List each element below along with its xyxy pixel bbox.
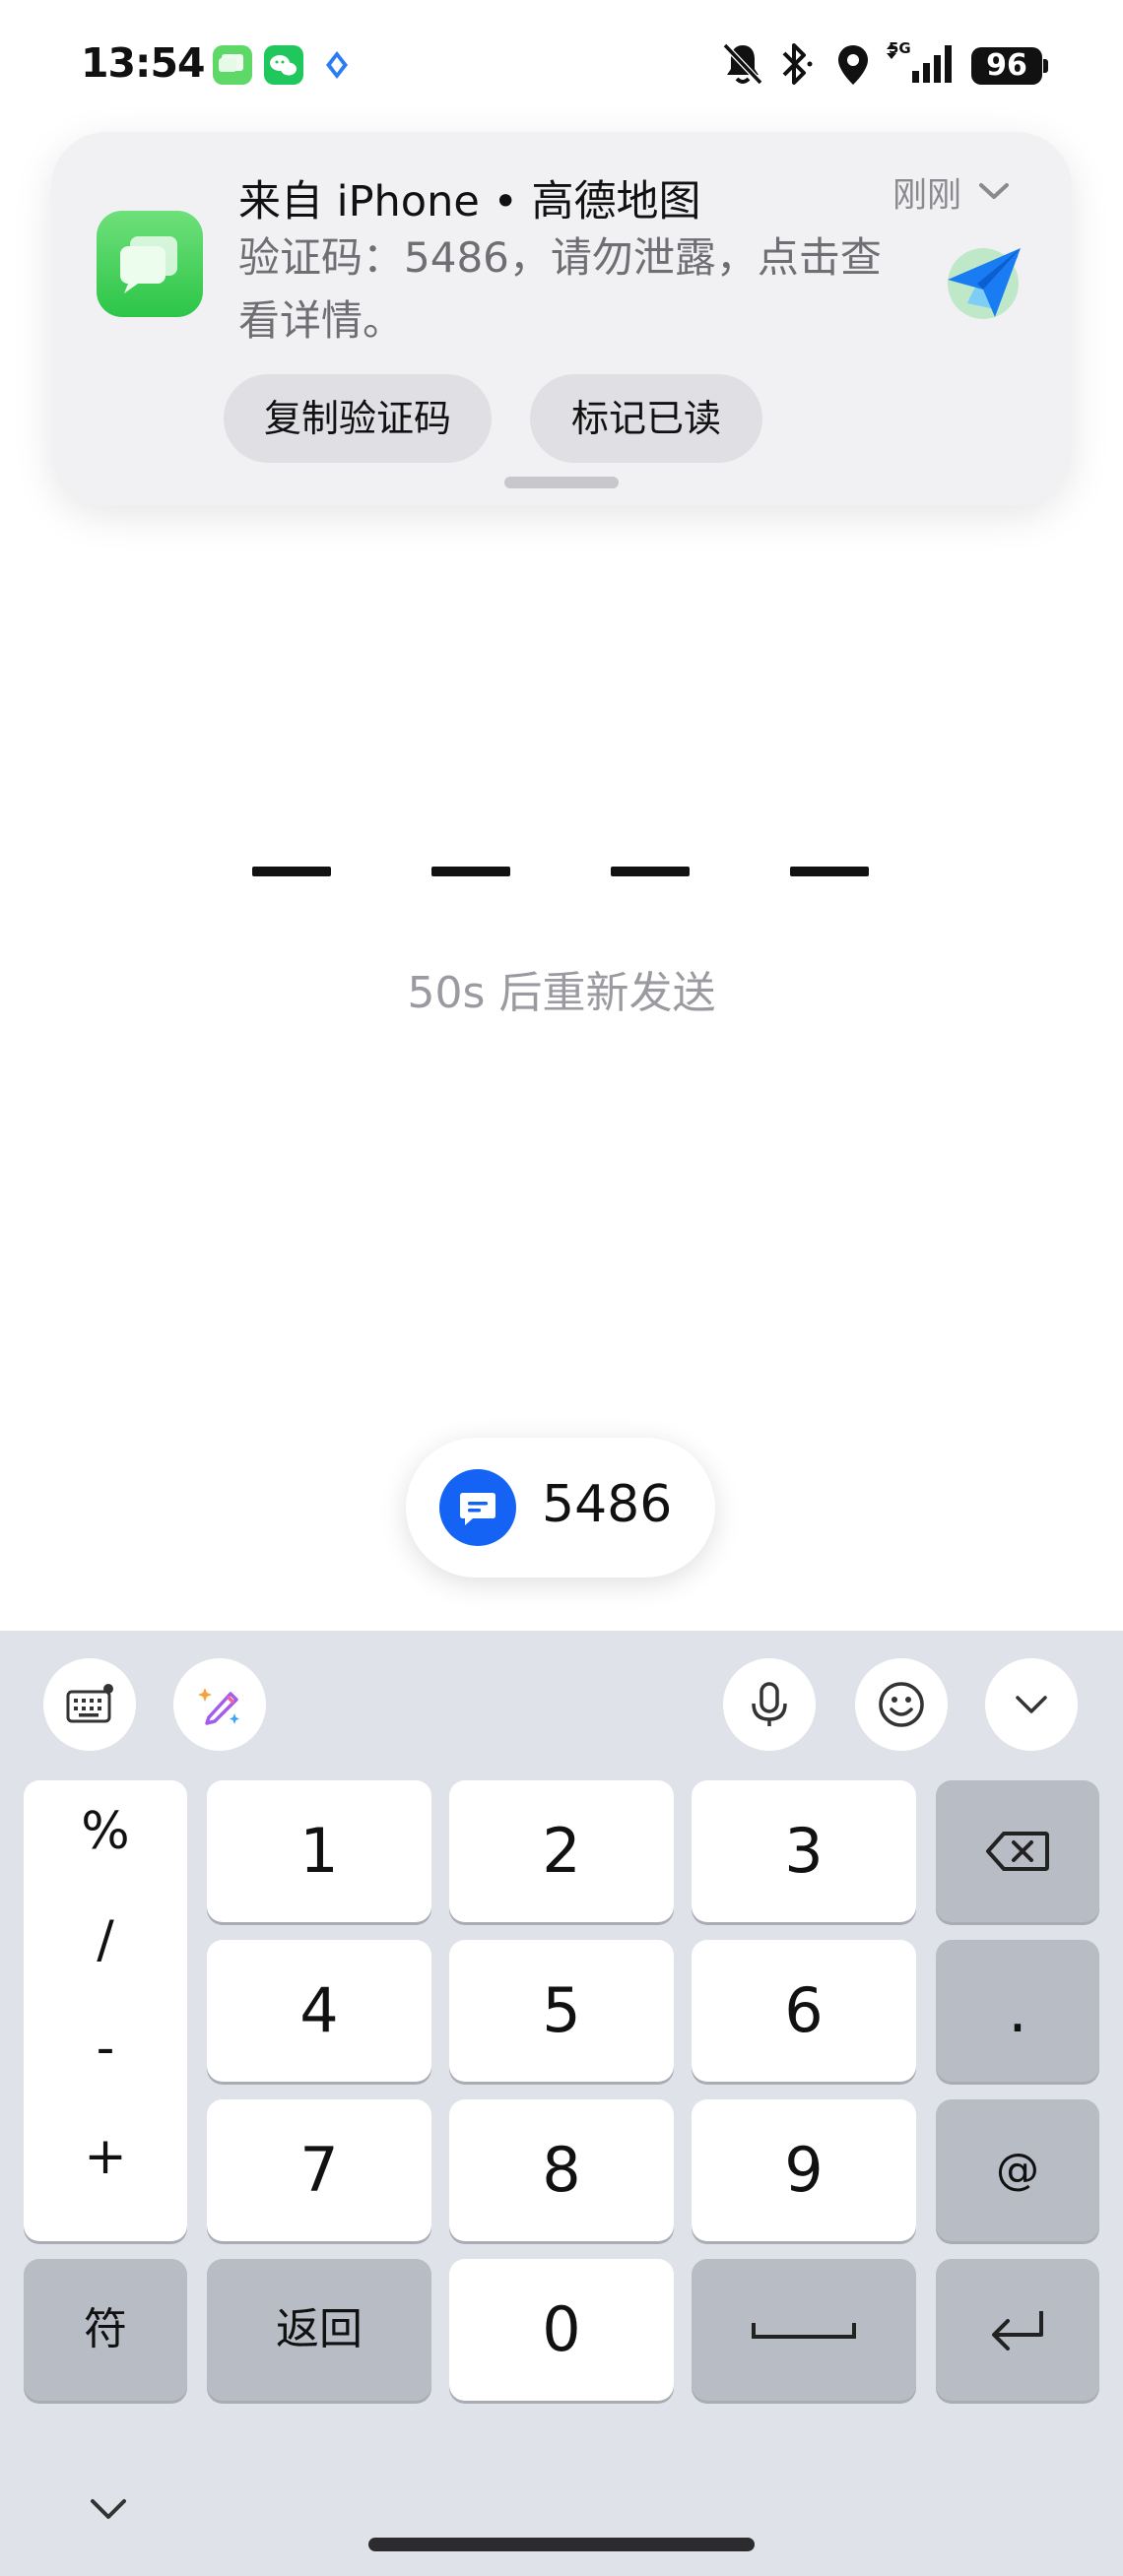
key-percent[interactable]: % — [24, 1802, 187, 1861]
backspace-key[interactable] — [936, 1780, 1099, 1922]
key-3[interactable]: 3 — [692, 1780, 916, 1922]
ai-write-button[interactable] — [173, 1658, 266, 1751]
status-bar: 13:54 5G 96 — [0, 0, 1123, 128]
key-7[interactable]: 7 — [207, 2099, 431, 2241]
resend-countdown: 50s 后重新发送 — [407, 968, 716, 1018]
messages-app-icon — [97, 211, 203, 317]
notification-title: 来自 iPhone • 高德地图 — [238, 177, 701, 226]
mute-bell-icon — [722, 42, 763, 86]
key-4[interactable]: 4 — [207, 1940, 431, 2082]
code-slot[interactable] — [611, 867, 690, 876]
key-plus[interactable]: + — [24, 2127, 187, 2186]
microphone-icon — [752, 1682, 787, 1726]
app-icon — [317, 45, 357, 85]
code-slot[interactable] — [790, 867, 869, 876]
key-1[interactable]: 1 — [207, 1780, 431, 1922]
battery-indicator: 96 — [971, 47, 1042, 85]
code-slot[interactable] — [252, 867, 331, 876]
key-9[interactable]: 9 — [692, 2099, 916, 2241]
symbol-column[interactable]: % / - + — [24, 1780, 187, 2241]
backspace-icon — [986, 1832, 1049, 1871]
signal-icon — [887, 43, 952, 83]
code-suggestion-pill[interactable]: 5486 — [406, 1438, 715, 1578]
code-slot[interactable] — [431, 867, 510, 876]
key-slash[interactable]: / — [24, 1910, 187, 1969]
back-key[interactable]: 返回 — [207, 2259, 431, 2401]
keyboard-icon — [66, 1684, 113, 1723]
location-icon — [838, 45, 868, 85]
mark-read-button[interactable]: 标记已读 — [530, 374, 762, 463]
notification-body: 验证码：5486，请勿泄露，点击查看详情。 — [238, 233, 882, 345]
bluetooth-icon — [782, 43, 813, 85]
key-5[interactable]: 5 — [449, 1940, 674, 2082]
return-icon — [992, 2311, 1043, 2351]
key-8[interactable]: 8 — [449, 2099, 674, 2241]
key-at[interactable]: @ — [936, 2099, 1099, 2241]
notification-handle[interactable] — [504, 477, 619, 488]
key-6[interactable]: 6 — [692, 1940, 916, 2082]
messages-icon — [213, 45, 252, 85]
sms-notification[interactable]: 来自 iPhone • 高德地图 刚刚 验证码：5486，请勿泄露，点击查看详情… — [51, 132, 1072, 506]
amap-icon — [948, 248, 1021, 319]
key-dot[interactable]: . — [936, 1940, 1099, 2082]
status-time: 13:54 — [81, 39, 206, 87]
space-icon — [752, 2323, 856, 2339]
notification-time: 刚刚 — [892, 176, 962, 216]
voice-input-button[interactable] — [723, 1658, 816, 1751]
key-minus[interactable]: - — [24, 2019, 187, 2078]
magic-pen-icon — [198, 1688, 239, 1725]
space-key[interactable] — [692, 2259, 916, 2401]
chevron-down-icon[interactable] — [977, 179, 1011, 203]
symbols-key[interactable]: 符 — [24, 2259, 187, 2401]
emoji-icon — [879, 1682, 924, 1727]
hide-keyboard-button[interactable] — [985, 1658, 1078, 1751]
battery-tip — [1043, 59, 1048, 73]
copy-code-button[interactable]: 复制验证码 — [224, 374, 492, 463]
wechat-icon — [264, 45, 303, 85]
enter-key[interactable] — [936, 2259, 1099, 2401]
home-indicator[interactable] — [368, 2538, 755, 2551]
message-bubble-icon — [439, 1469, 516, 1546]
keyboard-switch-button[interactable] — [43, 1658, 136, 1751]
numeric-keyboard: % / - + 1 2 3 4 5 6 . 7 8 9 @ 符 返回 0 — [0, 1631, 1123, 2576]
key-0[interactable]: 0 — [449, 2259, 674, 2401]
collapse-keyboard-icon[interactable] — [87, 2495, 130, 2523]
suggested-code: 5486 — [542, 1475, 673, 1534]
key-2[interactable]: 2 — [449, 1780, 674, 1922]
emoji-button[interactable] — [855, 1658, 948, 1751]
chevron-down-icon — [1016, 1696, 1047, 1713]
